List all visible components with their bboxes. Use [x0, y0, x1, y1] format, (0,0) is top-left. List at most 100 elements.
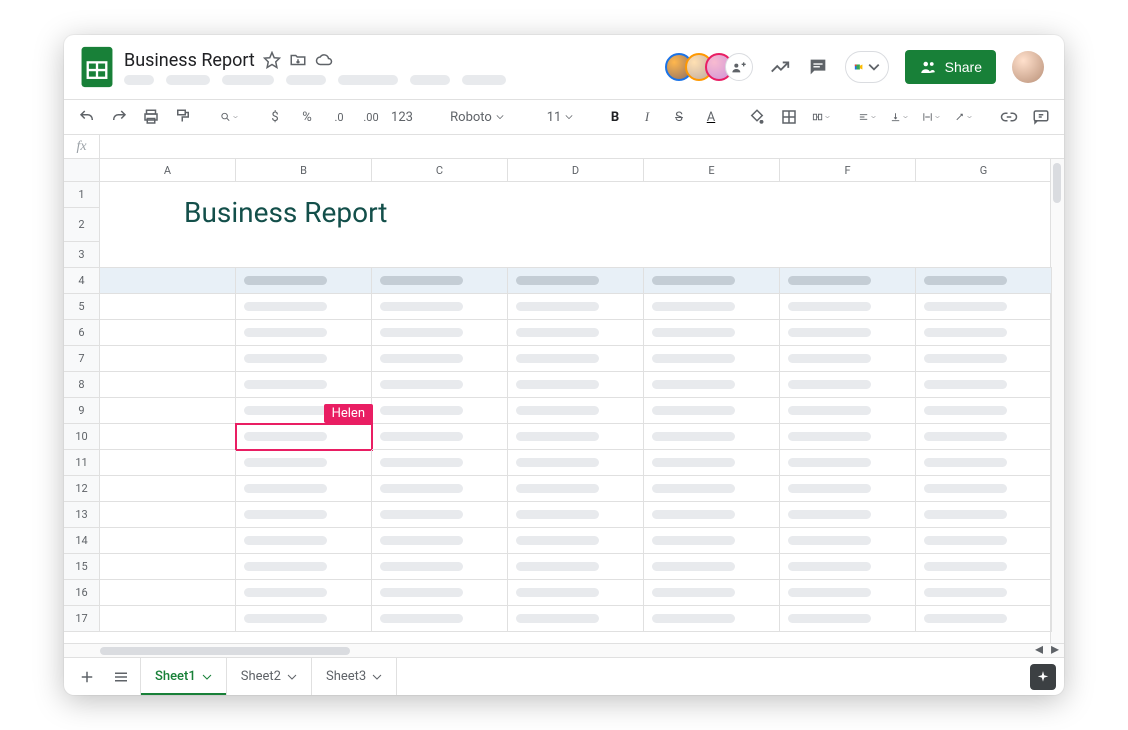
cell[interactable] [508, 450, 644, 476]
cell[interactable] [780, 346, 916, 372]
cell[interactable] [916, 580, 1052, 606]
cell[interactable] [372, 320, 508, 346]
horizontal-scrollbar[interactable]: ◂ ▸ [64, 643, 1064, 657]
cell[interactable] [780, 554, 916, 580]
cell[interactable] [780, 528, 916, 554]
cell[interactable] [100, 476, 236, 502]
row-header[interactable]: 7 [64, 346, 100, 372]
cell[interactable] [644, 528, 780, 554]
cell[interactable] [780, 294, 916, 320]
cell[interactable] [236, 346, 372, 372]
column-header[interactable]: A [100, 159, 236, 181]
cell[interactable] [372, 242, 508, 268]
italic-button[interactable]: I [634, 104, 660, 130]
cell[interactable] [100, 268, 236, 294]
cell[interactable] [508, 476, 644, 502]
fill-color-button[interactable] [744, 104, 770, 130]
cell[interactable] [780, 606, 916, 632]
cell[interactable] [916, 476, 1052, 502]
row-header[interactable]: 4 [64, 268, 100, 294]
cell[interactable] [780, 398, 916, 424]
cell[interactable] [236, 606, 372, 632]
cell[interactable] [644, 606, 780, 632]
insert-link-button[interactable] [996, 104, 1022, 130]
cell[interactable] [644, 502, 780, 528]
cell[interactable] [508, 294, 644, 320]
cell[interactable] [100, 554, 236, 580]
row-header[interactable]: 13 [64, 502, 100, 528]
row-header[interactable]: 5 [64, 294, 100, 320]
cell[interactable] [644, 424, 780, 450]
currency-button[interactable]: $ [262, 104, 288, 130]
row-header[interactable]: 11 [64, 450, 100, 476]
cell[interactable] [780, 372, 916, 398]
row-header[interactable]: 3 [64, 242, 100, 268]
cell[interactable] [100, 606, 236, 632]
explore-button[interactable] [1030, 664, 1056, 690]
cell[interactable] [916, 528, 1052, 554]
scroll-right-icon[interactable]: ▸ [1048, 641, 1062, 655]
cell[interactable] [372, 606, 508, 632]
cell[interactable] [916, 208, 1052, 242]
cell[interactable] [236, 268, 372, 294]
row-header[interactable]: 12 [64, 476, 100, 502]
cell[interactable] [508, 528, 644, 554]
document-title[interactable]: Business Report [124, 50, 255, 71]
row-header[interactable]: 14 [64, 528, 100, 554]
cell[interactable] [372, 398, 508, 424]
cell[interactable] [780, 268, 916, 294]
cell[interactable] [100, 346, 236, 372]
row-header[interactable]: 6 [64, 320, 100, 346]
sheet-tab[interactable]: Sheet2 [227, 658, 312, 695]
comments-icon[interactable] [807, 56, 829, 78]
borders-button[interactable] [776, 104, 802, 130]
cell[interactable] [508, 554, 644, 580]
cell[interactable] [372, 208, 508, 242]
add-sheet-button[interactable] [72, 662, 102, 692]
cell[interactable] [644, 208, 780, 242]
cell[interactable] [644, 450, 780, 476]
cell[interactable] [372, 346, 508, 372]
cell[interactable] [100, 424, 236, 450]
cell[interactable] [644, 268, 780, 294]
cell[interactable] [236, 476, 372, 502]
cell[interactable] [100, 580, 236, 606]
cell[interactable] [236, 320, 372, 346]
text-rotation-button[interactable] [950, 104, 976, 130]
column-header[interactable]: F [780, 159, 916, 181]
cell[interactable] [100, 182, 236, 208]
cell[interactable] [236, 182, 372, 208]
cell[interactable] [100, 450, 236, 476]
cell[interactable] [780, 450, 916, 476]
column-header[interactable]: D [508, 159, 644, 181]
cell[interactable] [508, 372, 644, 398]
row-header[interactable]: 8 [64, 372, 100, 398]
cloud-saved-icon[interactable] [315, 51, 333, 69]
cell[interactable] [916, 346, 1052, 372]
cell[interactable] [236, 502, 372, 528]
cell[interactable] [372, 476, 508, 502]
font-size-dropdown[interactable]: 11 [536, 104, 582, 130]
row-header[interactable]: 1 [64, 182, 100, 208]
insert-comment-button[interactable] [1028, 104, 1054, 130]
cell[interactable] [236, 528, 372, 554]
cell[interactable] [236, 450, 372, 476]
cell[interactable] [508, 182, 644, 208]
cell[interactable] [916, 554, 1052, 580]
cell[interactable] [644, 294, 780, 320]
cell[interactable] [916, 242, 1052, 268]
cell[interactable] [508, 398, 644, 424]
cell[interactable] [508, 268, 644, 294]
cell[interactable] [372, 450, 508, 476]
horizontal-align-button[interactable] [854, 104, 880, 130]
insert-chart-button[interactable] [1060, 104, 1064, 130]
cell[interactable] [780, 182, 916, 208]
more-collaborators-icon[interactable] [725, 53, 753, 81]
cell[interactable] [644, 182, 780, 208]
undo-button[interactable] [74, 104, 100, 130]
percent-button[interactable]: % [294, 104, 320, 130]
column-header[interactable]: E [644, 159, 780, 181]
sheets-app-icon[interactable] [80, 45, 114, 89]
cell[interactable] [780, 424, 916, 450]
row-header[interactable]: 15 [64, 554, 100, 580]
